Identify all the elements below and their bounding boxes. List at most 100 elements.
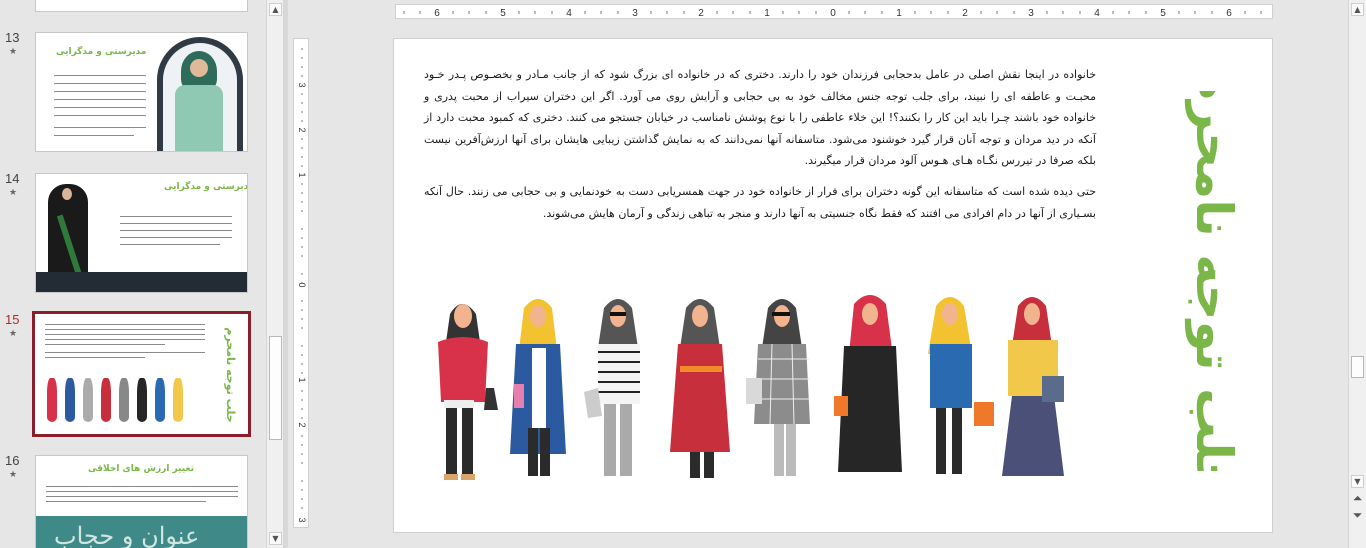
horizontal-ruler-tick-label: 4 <box>566 8 572 19</box>
thumbnail-text-line <box>45 344 165 345</box>
woman-figure-7 <box>928 297 994 474</box>
thumbnail-text-line <box>54 135 134 136</box>
horizontal-ruler-tick-label: 6 <box>434 8 440 19</box>
thumbnail-text-line <box>120 244 220 245</box>
scroll-up-arrow-icon[interactable]: ▲ <box>1351 3 1364 16</box>
thumbnail-scrollbar[interactable]: ▲ ▼ <box>266 0 284 548</box>
thumbnail-text-line <box>45 352 205 353</box>
thumbnail-vertical-title: جلب توجه نامحرم <box>213 320 241 430</box>
slide-transition-star-icon: ★ <box>9 47 18 57</box>
slide-thumbnail-pane: 13 ★ مدیرستی و مدگرایی 14 ★ مدیرستی و مد… <box>0 0 266 548</box>
slide-transition-star-icon: ★ <box>9 188 18 198</box>
thumbnail-woman-figure <box>83 378 93 422</box>
thumbnail-woman-figure <box>119 378 129 422</box>
thumbnail-teal-banner: عنوان و حجاب <box>36 516 247 548</box>
horizontal-ruler-tick-label: 5 <box>1160 8 1166 19</box>
thumbnail-footer-bar <box>36 272 247 292</box>
slide-transition-star-icon: ★ <box>9 470 18 480</box>
thumbnail-text-line <box>45 324 205 325</box>
scroll-down-arrow-icon[interactable]: ▼ <box>269 532 282 545</box>
thumbnail-scroll-thumb[interactable] <box>269 336 282 440</box>
slide-thumbnail-12[interactable] <box>35 0 248 12</box>
thumbnail-woman-figure <box>155 378 165 422</box>
vertical-ruler: 3 2 1 0 1 2 3 <box>293 38 309 528</box>
horizontal-ruler-tick-label: 0 <box>830 8 836 19</box>
woman-figure-6 <box>834 295 902 472</box>
slide-body-paragraph-1[interactable]: خانواده در اینجا نقش اصلی در عامل بدحجاب… <box>424 64 1096 172</box>
slide-number-16: 16 <box>5 453 20 468</box>
vertical-ruler-tick-label: 2 <box>297 127 307 132</box>
woman-figure-1 <box>438 304 498 480</box>
slide-vertical-title[interactable]: جلب توجه نامحرم <box>1142 65 1252 498</box>
thumbnail-banner-calligraphy: عنوان و حجاب <box>54 522 200 548</box>
slide-title-text: جلب توجه نامحرم <box>1184 91 1243 471</box>
slide-canvas[interactable]: خانواده در اینجا نقش اصلی در عامل بدحجاب… <box>393 38 1273 533</box>
horizontal-ruler-tick-label: 3 <box>1028 8 1034 19</box>
thumbnail-woman-figure <box>173 378 183 422</box>
thumbnail-text-line <box>54 115 146 116</box>
horizontal-ruler-tick-label: 2 <box>962 8 968 19</box>
thumbnail-text-line <box>46 496 238 497</box>
thumbnail-text-line <box>45 339 205 340</box>
woman-figure-3 <box>584 299 684 476</box>
horizontal-ruler-tick-label: 3 <box>632 8 638 19</box>
vertical-ruler-tick-label: 1 <box>297 172 307 177</box>
thumbnail-text-line <box>46 486 238 487</box>
previous-slide-icon[interactable]: ⏶ <box>1351 492 1364 505</box>
slide-body-paragraph-2[interactable]: حتی دیده شده است که متاسفانه این گونه دخ… <box>424 181 1096 224</box>
vertical-ruler-tick-label: 0 <box>297 282 307 287</box>
slide-transition-star-icon: ★ <box>9 329 18 339</box>
thumbnail-woman-figure <box>47 378 57 422</box>
horizontal-ruler-tick-label: 1 <box>764 8 770 19</box>
slide-thumbnail-14[interactable]: مدیرستی و مدگرایی <box>35 173 248 293</box>
thumbnail-text-line <box>120 237 232 238</box>
woman-figure-5 <box>746 299 810 476</box>
horizontal-ruler-tick-label: 4 <box>1094 8 1100 19</box>
slide-number-13: 13 <box>5 30 20 45</box>
thumbnail-text-line <box>45 329 205 330</box>
scroll-down-arrow-icon[interactable]: ▼ <box>1351 475 1364 488</box>
slide-scroll-thumb[interactable] <box>1351 356 1364 378</box>
thumbnail-text-line <box>54 83 146 84</box>
thumbnail-woman-figure <box>65 378 75 422</box>
thumbnail-woman-figure <box>101 378 111 422</box>
thumbnail-woman-figure <box>137 378 147 422</box>
slide-thumbnail-16[interactable]: تغییر ارزش های اخلاقی عنوان و حجاب <box>35 455 248 548</box>
horizontal-ruler-tick-label: 2 <box>698 8 704 19</box>
thumbnail-text-line <box>120 223 232 224</box>
thumbnail-title: تغییر ارزش های اخلاقی <box>88 464 194 474</box>
next-slide-icon[interactable]: ⏷ <box>1351 509 1364 522</box>
slide-thumbnail-15-selected[interactable]: جلب توجه نامحرم <box>32 311 251 437</box>
vertical-ruler-tick-label: 2 <box>297 422 307 427</box>
vertical-ruler-tick-label: 1 <box>297 377 307 382</box>
thumbnail-hijab-photo <box>157 37 243 151</box>
horizontal-ruler-tick-label: 1 <box>896 8 902 19</box>
thumbnail-text-line <box>46 491 238 492</box>
pane-splitter[interactable] <box>284 0 288 548</box>
woman-figure-4 <box>670 299 730 478</box>
thumbnail-text-line <box>54 107 146 108</box>
women-illustration[interactable] <box>424 284 1094 499</box>
slide-scrollbar[interactable]: ▲ ▼ ⏶ ⏷ <box>1348 0 1366 548</box>
thumbnail-text-line <box>120 230 232 231</box>
thumbnail-title: جلب توجه نامحرم <box>224 327 237 422</box>
horizontal-ruler-tick-label: 5 <box>500 8 506 19</box>
thumbnail-text-line <box>54 91 146 92</box>
slide-thumbnail-13[interactable]: مدیرستی و مدگرایی <box>35 32 248 152</box>
thumbnail-text-line <box>54 75 146 76</box>
vertical-ruler-tick-label: 3 <box>297 517 307 522</box>
vertical-ruler-tick-label: 3 <box>297 82 307 87</box>
slide-number-14: 14 <box>5 171 20 186</box>
woman-figure-2 <box>510 299 566 476</box>
horizontal-ruler: 6 5 4 3 2 1 0 1 2 3 4 5 6 <box>395 4 1273 19</box>
thumbnail-text-line <box>54 127 146 128</box>
slide-number-15: 15 <box>5 312 20 327</box>
scroll-up-arrow-icon[interactable]: ▲ <box>269 3 282 16</box>
thumbnail-text-line <box>120 216 232 217</box>
thumbnail-title: مدیرستی و مدگرایی <box>164 182 248 192</box>
woman-figure-8 <box>1002 297 1064 476</box>
horizontal-ruler-tick-label: 6 <box>1226 8 1232 19</box>
thumbnail-text-line <box>45 357 145 358</box>
thumbnail-chador-figure <box>48 184 88 284</box>
thumbnail-text-line <box>45 334 205 335</box>
